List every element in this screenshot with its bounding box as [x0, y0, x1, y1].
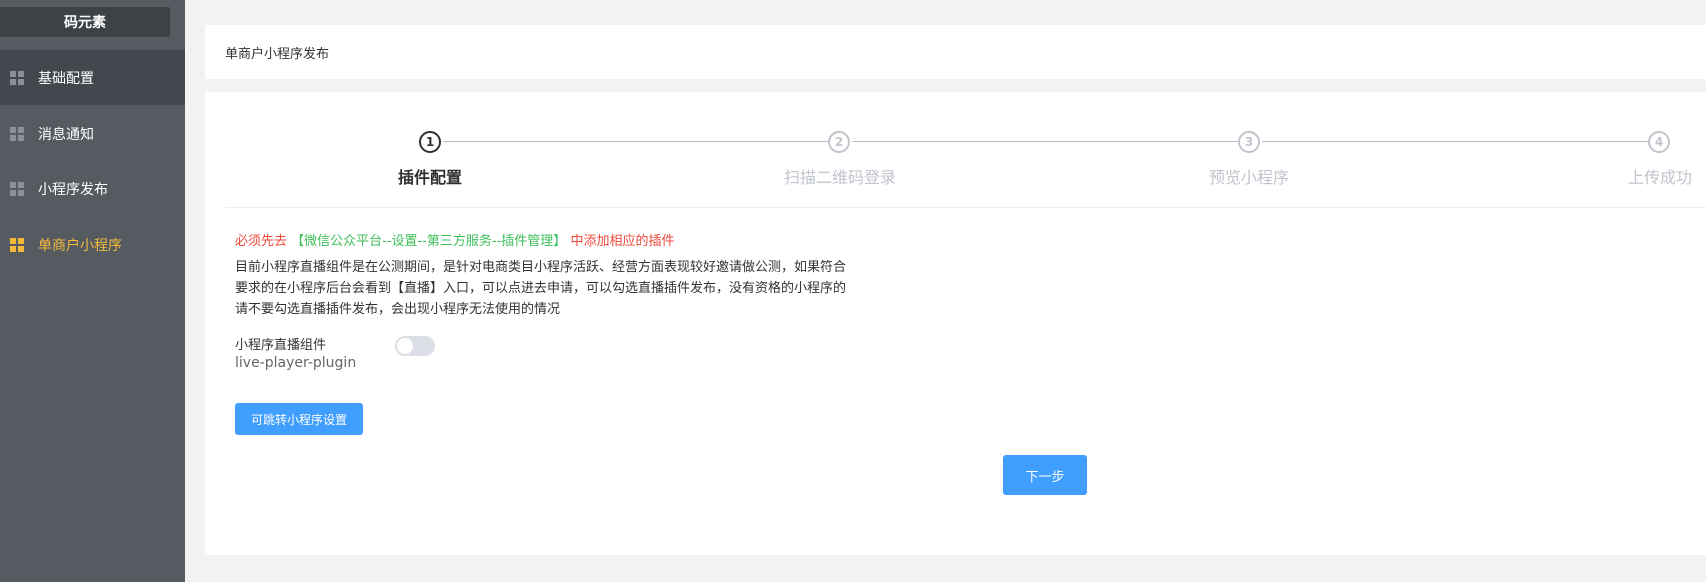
page-title: 单商户小程序发布	[225, 46, 330, 62]
step-title-4: 上传成功	[1628, 168, 1693, 187]
brand-logo: 码元素	[0, 7, 170, 37]
plugin-label: 小程序直播组件	[235, 338, 327, 353]
toggle-knob	[397, 338, 413, 354]
step-connector	[1262, 141, 1648, 142]
step-connector	[443, 141, 828, 142]
main-panel	[205, 92, 1706, 555]
step-title-1: 插件配置	[398, 168, 463, 187]
step-number-1: 1	[419, 131, 441, 153]
sidebar-item-basic-config[interactable]: 基础配置	[0, 50, 185, 105]
sidebar-item-label: 单商户小程序	[38, 237, 122, 254]
sidebar-item-label: 消息通知	[38, 126, 94, 143]
sidebar-item-label: 基础配置	[38, 70, 94, 87]
notice-suffix: 中添加相应的插件	[570, 234, 675, 249]
grid-icon	[10, 126, 24, 141]
jump-miniprogram-settings-button[interactable]: 可跳转小程序设置	[235, 403, 363, 435]
notice-path: 【微信公众平台--设置--第三方服务--插件管理】	[291, 234, 567, 249]
notice-prefix: 必须先去	[235, 234, 288, 249]
sidebar-item-notifications[interactable]: 消息通知	[0, 106, 185, 161]
step-number-2: 2	[828, 131, 850, 153]
step-number-3: 3	[1238, 131, 1260, 153]
grid-icon	[10, 237, 24, 252]
step-title-3: 预览小程序	[1209, 168, 1290, 187]
grid-icon	[10, 70, 24, 85]
next-step-button[interactable]: 下一步	[1003, 455, 1087, 495]
plugin-notice: 必须先去 【微信公众平台--设置--第三方服务--插件管理】 中添加相应的插件	[235, 230, 674, 249]
step-connector	[852, 141, 1238, 142]
section-divider	[225, 207, 1706, 208]
sidebar-item-label: 小程序发布	[38, 181, 108, 198]
plugin-name: live-player-plugin	[235, 355, 357, 371]
step-title-2: 扫描二维码登录	[784, 168, 897, 187]
sidebar-item-miniprogram-publish[interactable]: 小程序发布	[0, 161, 185, 216]
live-player-toggle[interactable]	[395, 336, 435, 356]
page-header: 单商户小程序发布	[205, 25, 1706, 79]
step-number-4: 4	[1648, 131, 1670, 153]
sidebar: 码元素 基础配置 消息通知 小程序发布 单商户小程序	[0, 0, 185, 582]
grid-icon	[10, 181, 24, 196]
sidebar-item-single-merchant[interactable]: 单商户小程序	[0, 217, 185, 272]
plugin-description: 目前小程序直播组件是在公测期间，是针对电商类目小程序活跃、经营方面表现较好邀请做…	[235, 260, 847, 317]
